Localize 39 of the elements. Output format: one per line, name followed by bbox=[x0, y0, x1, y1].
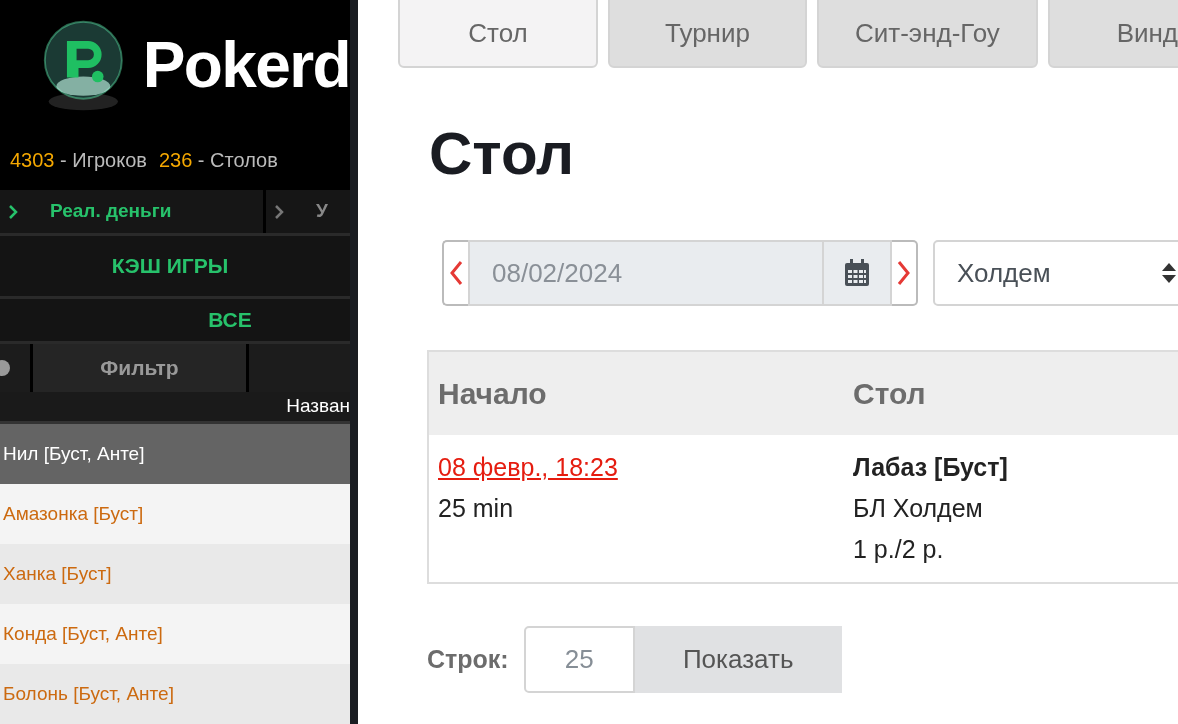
nav-tab[interactable]: Турнир bbox=[608, 0, 807, 68]
column-header: Начало bbox=[438, 377, 547, 410]
online-stat: 236 - Столов bbox=[158, 148, 278, 173]
column-header: Назван bbox=[286, 394, 350, 419]
nav-tab[interactable]: Винд bbox=[1047, 0, 1178, 68]
start-time-link[interactable]: 08 февр., 18:23 bbox=[438, 447, 618, 488]
chevron-icon bbox=[274, 203, 284, 220]
money-tab[interactable]: Реал. деньги bbox=[0, 190, 263, 233]
duration-text: 25 min bbox=[438, 493, 514, 524]
chevron-left-icon bbox=[449, 260, 463, 286]
money-tab[interactable]: У bbox=[266, 190, 350, 233]
date-field[interactable]: 08/02/2024 bbox=[468, 240, 824, 306]
game-type-text: БЛ Холдем bbox=[853, 493, 983, 524]
online-stat: 4303 - Игроков bbox=[10, 148, 147, 173]
nav-tab[interactable]: Сит-энд-Гоу bbox=[817, 0, 1038, 68]
lobby-table-row[interactable]: Конда [Буст, Анте] bbox=[0, 604, 350, 664]
chevron-right-icon bbox=[897, 260, 911, 286]
chevron-icon bbox=[8, 203, 18, 220]
section-title: КЭШ ИГРЫ bbox=[111, 253, 230, 280]
subsection-title: ВСЕ bbox=[207, 307, 252, 334]
lobby-table-row[interactable]: Нил [Буст, Анте] bbox=[0, 424, 350, 484]
lobby-table-row[interactable]: Болонь [Буст, Анте] bbox=[0, 664, 350, 724]
page-heading: Стол bbox=[429, 119, 576, 189]
column-header: Стол bbox=[853, 377, 926, 410]
calendar-icon bbox=[844, 259, 870, 287]
game-select[interactable]: Холдем bbox=[933, 240, 1178, 306]
next-day-button[interactable] bbox=[892, 240, 918, 306]
table-name: Лабаз [Буст] bbox=[853, 452, 1008, 483]
lobby-table-row[interactable]: Ханка [Буст] bbox=[0, 544, 350, 604]
show-button[interactable]: Показать bbox=[634, 626, 842, 693]
calendar-button[interactable] bbox=[824, 240, 892, 306]
filter-button[interactable]: Фильтр bbox=[33, 344, 246, 392]
stakes-text: 1 р./2 р. bbox=[853, 534, 944, 565]
sort-arrows-icon bbox=[1160, 262, 1177, 284]
nav-tab[interactable]: Стол bbox=[398, 0, 598, 68]
rows-field[interactable]: 25 bbox=[523, 626, 635, 693]
logo-text: Pokerd bbox=[142, 28, 350, 103]
lobby-table-row[interactable]: Амазонка [Буст] bbox=[0, 484, 350, 544]
rows-label: Строк: bbox=[427, 643, 509, 675]
